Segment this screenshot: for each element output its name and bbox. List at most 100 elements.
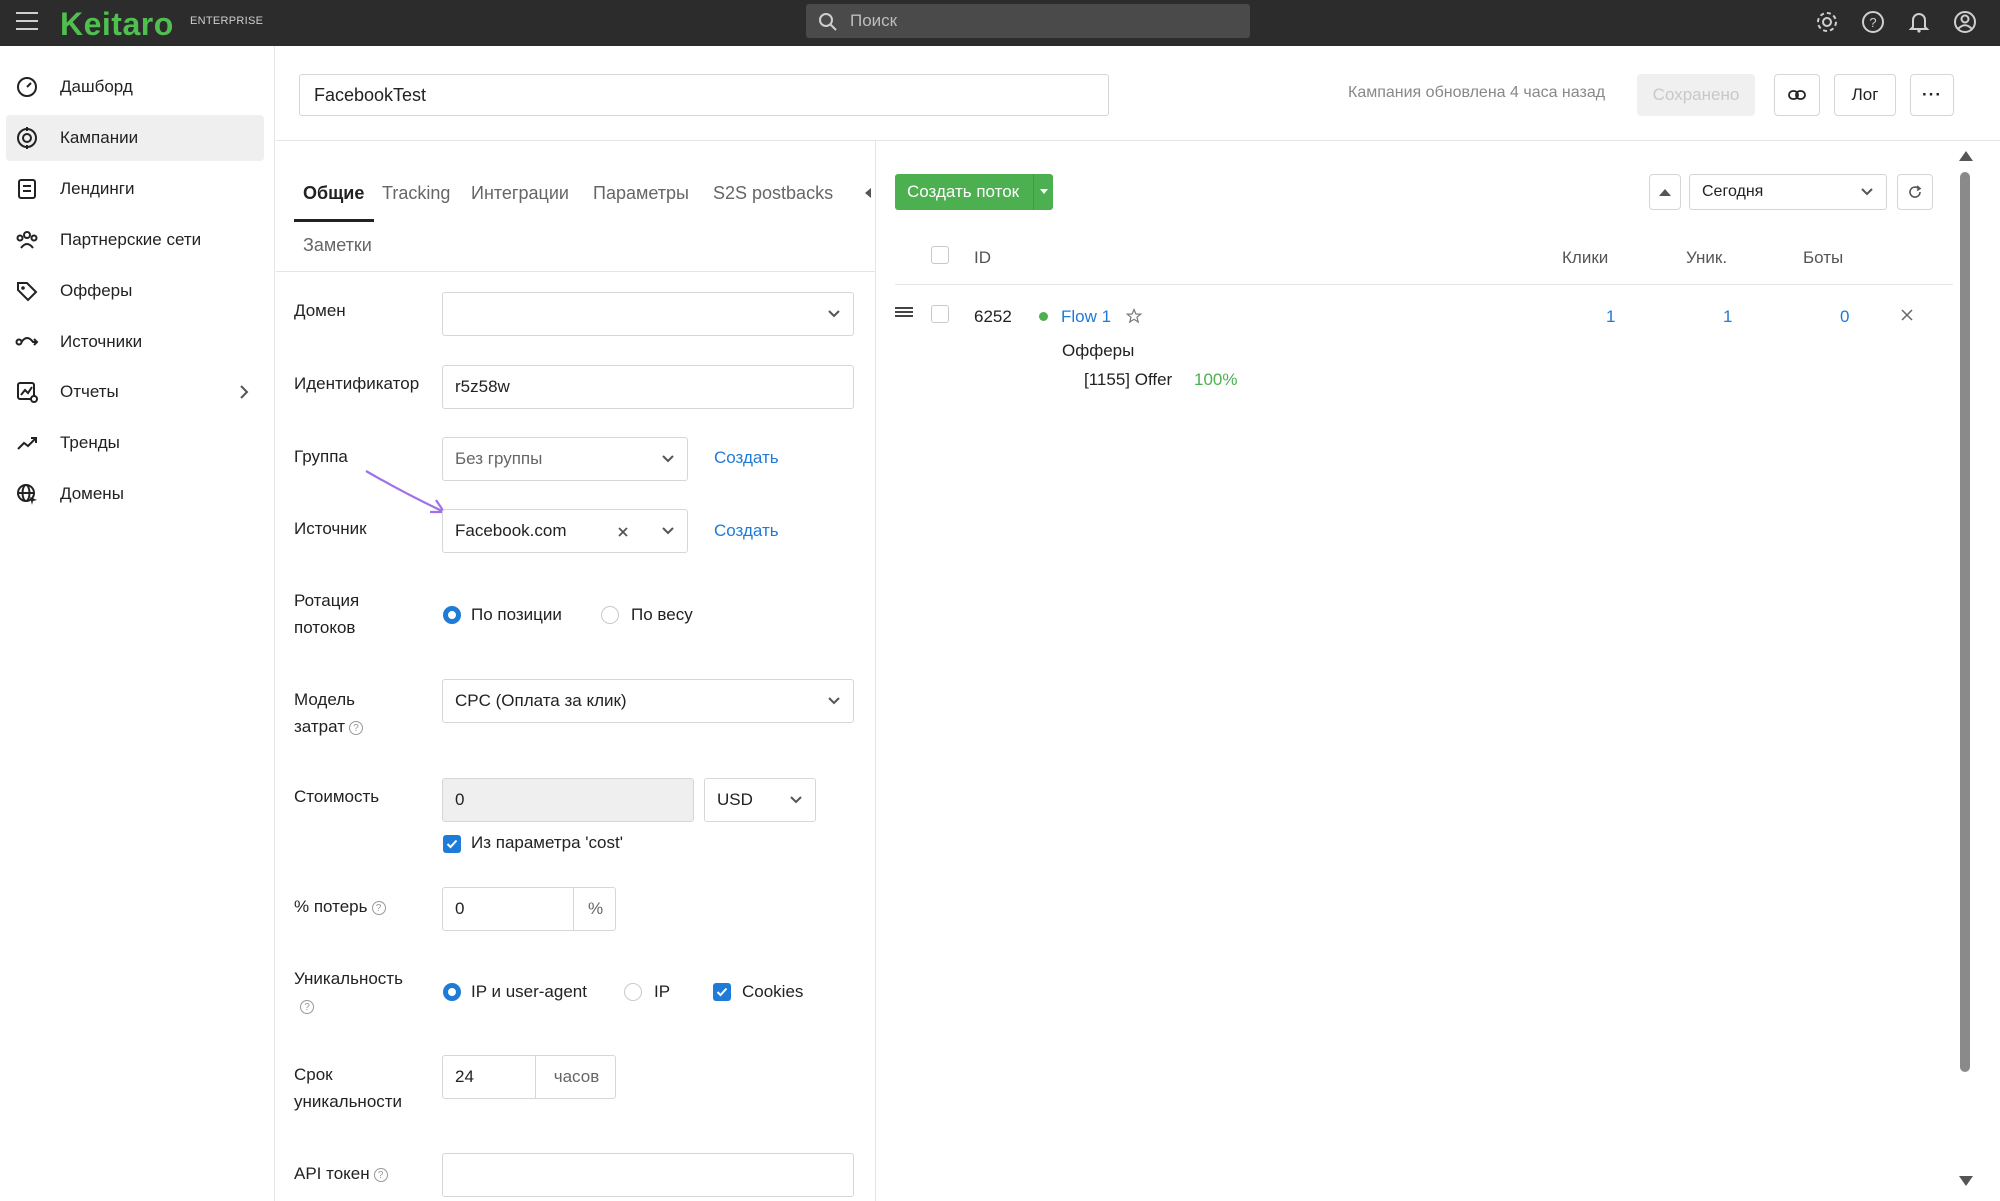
offers-icon: [14, 278, 40, 304]
landings-icon: [14, 176, 40, 202]
caret-down-icon: [1039, 189, 1048, 194]
row-checkbox[interactable]: [931, 305, 949, 323]
select-all-checkbox[interactable]: [931, 246, 949, 264]
search-box[interactable]: [806, 4, 1250, 38]
flow-unique[interactable]: 1: [1723, 307, 1732, 327]
help-icon: ?: [300, 999, 314, 1014]
campaigns-icon: [14, 125, 40, 151]
group-select[interactable]: Без группы: [442, 437, 688, 481]
logo[interactable]: Keitaro: [60, 6, 174, 43]
rotation-position-radio[interactable]: [443, 606, 461, 624]
currency-select[interactable]: USD: [704, 778, 816, 822]
log-button[interactable]: Лог: [1834, 74, 1896, 116]
sidebar-item-label: Офферы: [60, 281, 133, 300]
identifier-value: r5z58w: [455, 377, 510, 396]
close-icon[interactable]: [1901, 309, 1913, 321]
tab-notes[interactable]: Заметки: [303, 235, 372, 256]
bell-icon[interactable]: [1906, 9, 1932, 35]
from-param-checkbox[interactable]: [443, 835, 461, 853]
sidebar-item-offers[interactable]: Офферы: [6, 268, 264, 314]
loss-label: % потерь?: [294, 893, 386, 920]
create-source-link[interactable]: Создать: [714, 521, 779, 541]
create-group-link[interactable]: Создать: [714, 448, 779, 468]
scrollbar-thumb[interactable]: [1960, 172, 1970, 1072]
column-header-bots[interactable]: Боты: [1803, 248, 1843, 268]
clear-icon[interactable]: [617, 526, 629, 538]
tab-parameters[interactable]: Параметры: [593, 183, 689, 204]
active-tab-indicator: [294, 219, 374, 222]
tab-integrations[interactable]: Интеграции: [471, 183, 569, 204]
reports-icon: [14, 379, 40, 405]
svg-text:?: ?: [1869, 15, 1876, 30]
rotation-weight-radio[interactable]: [601, 606, 619, 624]
loss-input[interactable]: 0 %: [442, 887, 616, 931]
uniq-cookies-checkbox[interactable]: [713, 983, 731, 1001]
domains-icon: [14, 481, 40, 507]
flow-clicks[interactable]: 1: [1606, 307, 1615, 327]
cost-value: 0: [455, 790, 465, 809]
column-header-clicks[interactable]: Клики: [1562, 248, 1608, 268]
uniq-ip-ua-radio[interactable]: [443, 983, 461, 1001]
scroll-down-icon[interactable]: [1959, 1175, 1973, 1187]
trends-icon: [14, 430, 40, 456]
updated-status: Кампания обновлена 4 часа назад: [1348, 84, 1606, 101]
uniq-ip-radio[interactable]: [624, 983, 642, 1001]
sidebar-item-sources[interactable]: Источники: [6, 319, 264, 365]
gear-icon[interactable]: [1814, 9, 1840, 35]
identifier-label: Идентификатор: [294, 374, 420, 393]
campaign-header: Кампания обновлена 4 часа назад Сохранен…: [276, 46, 2000, 141]
sidebar-item-campaigns[interactable]: Кампании: [6, 115, 264, 161]
uniqueness-label: Уникальность?: [294, 969, 403, 1014]
sidebar-item-reports[interactable]: Отчеты: [6, 369, 264, 415]
drag-handle-icon[interactable]: [895, 306, 913, 318]
period-select[interactable]: Сегодня: [1689, 174, 1887, 210]
column-header-id[interactable]: ID: [974, 248, 991, 268]
domain-select[interactable]: [442, 292, 854, 336]
link-button[interactable]: [1774, 74, 1820, 116]
source-select[interactable]: Facebook.com: [442, 509, 688, 553]
sidebar-item-affiliate-networks[interactable]: Партнерские сети: [6, 217, 264, 263]
domain-label: Домен: [294, 301, 346, 320]
user-icon[interactable]: [1952, 9, 1978, 35]
scroll-up-icon[interactable]: [1959, 150, 1973, 162]
search-input[interactable]: [850, 4, 1240, 38]
flow-name-link[interactable]: Flow 1: [1061, 307, 1111, 327]
tabs-scroll-left-icon[interactable]: [864, 187, 872, 199]
sidebar-item-label: Тренды: [60, 433, 120, 452]
sidebar-item-dashboard[interactable]: Дашборд: [6, 64, 264, 110]
tab-tracking[interactable]: Tracking: [382, 183, 450, 204]
api-token-input[interactable]: [442, 1153, 854, 1197]
tab-general[interactable]: Общие: [303, 183, 364, 204]
more-button[interactable]: ···: [1910, 74, 1954, 116]
sidebar-item-label: Лендинги: [60, 179, 135, 198]
check-icon: [446, 839, 458, 849]
refresh-icon: [1909, 185, 1922, 198]
star-icon[interactable]: [1126, 308, 1142, 324]
help-icon[interactable]: ?: [1860, 9, 1886, 35]
sidebar-item-label: Отчеты: [60, 382, 119, 401]
uniqueness-term-unit: часов: [535, 1056, 617, 1098]
identifier-input[interactable]: r5z58w: [442, 365, 854, 409]
affiliate-networks-icon: [14, 227, 40, 253]
group-value: Без группы: [455, 449, 543, 468]
refresh-button[interactable]: [1897, 174, 1933, 210]
sidebar-item-label: Партнерские сети: [60, 230, 202, 249]
campaign-name-input[interactable]: [299, 74, 1109, 116]
flow-bots[interactable]: 0: [1840, 307, 1849, 327]
saved-button[interactable]: Сохранено: [1637, 74, 1755, 116]
create-flow-dropdown[interactable]: [1033, 174, 1053, 210]
offer-name: [1155] Offer: [1084, 370, 1173, 389]
uniq-ip-label: IP: [654, 982, 671, 1001]
cost-input[interactable]: 0: [442, 778, 694, 822]
menu-icon[interactable]: [16, 12, 38, 32]
sidebar-item-domains[interactable]: Домены: [6, 471, 264, 517]
collapse-button[interactable]: [1649, 174, 1681, 210]
create-flow-button[interactable]: Создать поток: [895, 174, 1053, 210]
tab-s2s-postbacks[interactable]: S2S postbacks: [713, 183, 833, 204]
column-header-unique[interactable]: Уник.: [1686, 248, 1727, 268]
uniqueness-term-input[interactable]: 24 часов: [442, 1055, 616, 1099]
cost-model-select[interactable]: CPC (Оплата за клик): [442, 679, 854, 723]
sidebar-item-landings[interactable]: Лендинги: [6, 166, 264, 212]
flows-panel: Создать поток Сегодня ID Клики Уник. Бот…: [877, 141, 2000, 1201]
sidebar-item-trends[interactable]: Тренды: [6, 420, 264, 466]
